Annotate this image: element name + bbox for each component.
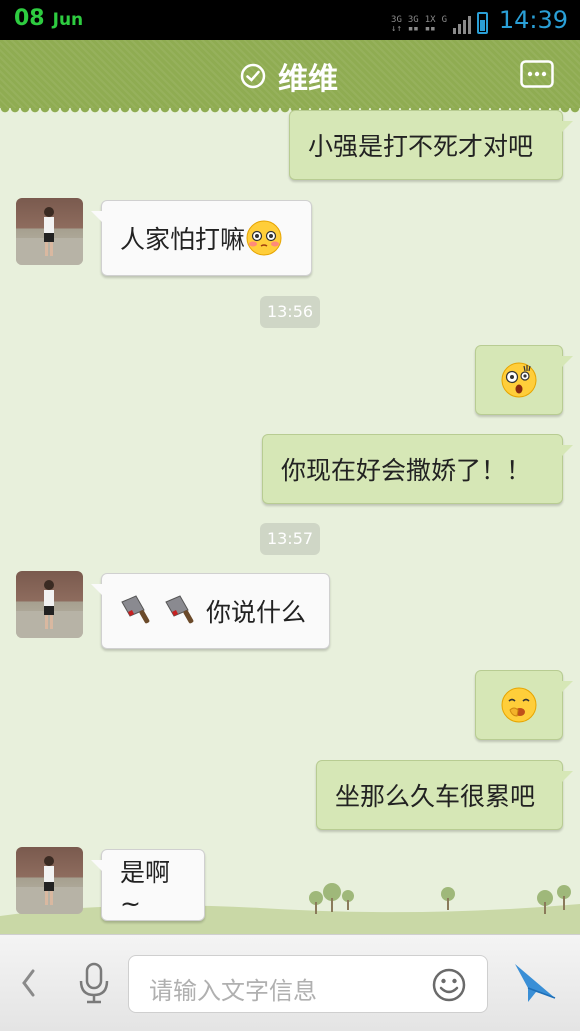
avatar[interactable] [16,571,83,638]
input-bar: 请输入文字信息 [0,934,580,1031]
network-3g-icon: 3G ↓↑ [391,15,402,34]
timestamp: 13:56 [260,296,320,328]
message-text: 你说什么 [206,598,307,627]
message-sent[interactable]: 你现在好会撒娇了！！ [262,434,573,504]
microphone-icon[interactable] [76,961,112,1005]
smiley-icon[interactable] [431,967,467,1003]
message-received[interactable]: 是啊~ [91,849,205,921]
avatar[interactable] [16,847,83,914]
status-day: 08 [14,6,45,31]
shocked-face-emoji [501,362,537,398]
send-icon[interactable] [512,958,558,1004]
network-g-icon: G [441,15,447,25]
message-input-placeholder: 请输入文字信息 [149,977,317,1005]
shy-face-emoji [246,220,282,256]
timestamp: 13:57 [260,523,320,555]
message-sent[interactable] [475,670,573,740]
check-circle-icon [240,63,266,89]
avatar[interactable] [16,198,83,265]
message-input[interactable]: 请输入文字信息 [128,955,488,1013]
message-sent[interactable] [475,345,573,415]
message-received[interactable]: 人家怕打嘛 [91,200,312,276]
title-bar: 维维 [0,40,580,114]
yawn-face-emoji [501,687,537,723]
landscape-decoration [0,883,580,934]
message-text: 坐那么久车很累吧 [335,782,536,811]
avatar-photo [16,207,83,265]
message-sent[interactable]: 坐那么久车很累吧 [316,760,573,830]
message-received[interactable]: 你说什么 [91,573,330,649]
message-text: 是啊~ [120,857,171,918]
status-time: 14:39 [498,6,568,34]
status-month: Jun [52,10,84,30]
chat-title: 维维 [278,62,338,97]
message-text: 人家怕打嘛 [120,225,246,254]
cleaver-emoji [165,595,194,624]
chat-area[interactable]: 小强是打不死才对吧 人家怕打嘛 13:56 你现在好会撒娇了！！ 13:57 你… [0,108,580,934]
signal-icon [453,16,471,34]
message-sent[interactable]: 小强是打不死才对吧 [289,110,573,180]
avatar-photo [16,856,83,914]
more-options-icon[interactable] [520,60,554,88]
message-text: 小强是打不死才对吧 [308,132,534,161]
status-bar: 08 Jun 3G ↓↑ 3G ▪▪ 1X ▪▪ G 14:39 [0,0,580,40]
status-date: 08 Jun [14,6,83,31]
battery-icon [477,12,488,34]
network-3g-2-icon: 3G ▪▪ [407,15,419,34]
chevron-left-icon[interactable] [18,963,38,1003]
cleaver-emoji [121,595,150,624]
avatar-photo [16,580,83,638]
network-1x-icon: 1X ▪▪ [424,15,436,34]
message-text: 你现在好会撒娇了！！ [281,456,532,485]
status-icons: 3G ↓↑ 3G ▪▪ 1X ▪▪ G [391,6,488,34]
